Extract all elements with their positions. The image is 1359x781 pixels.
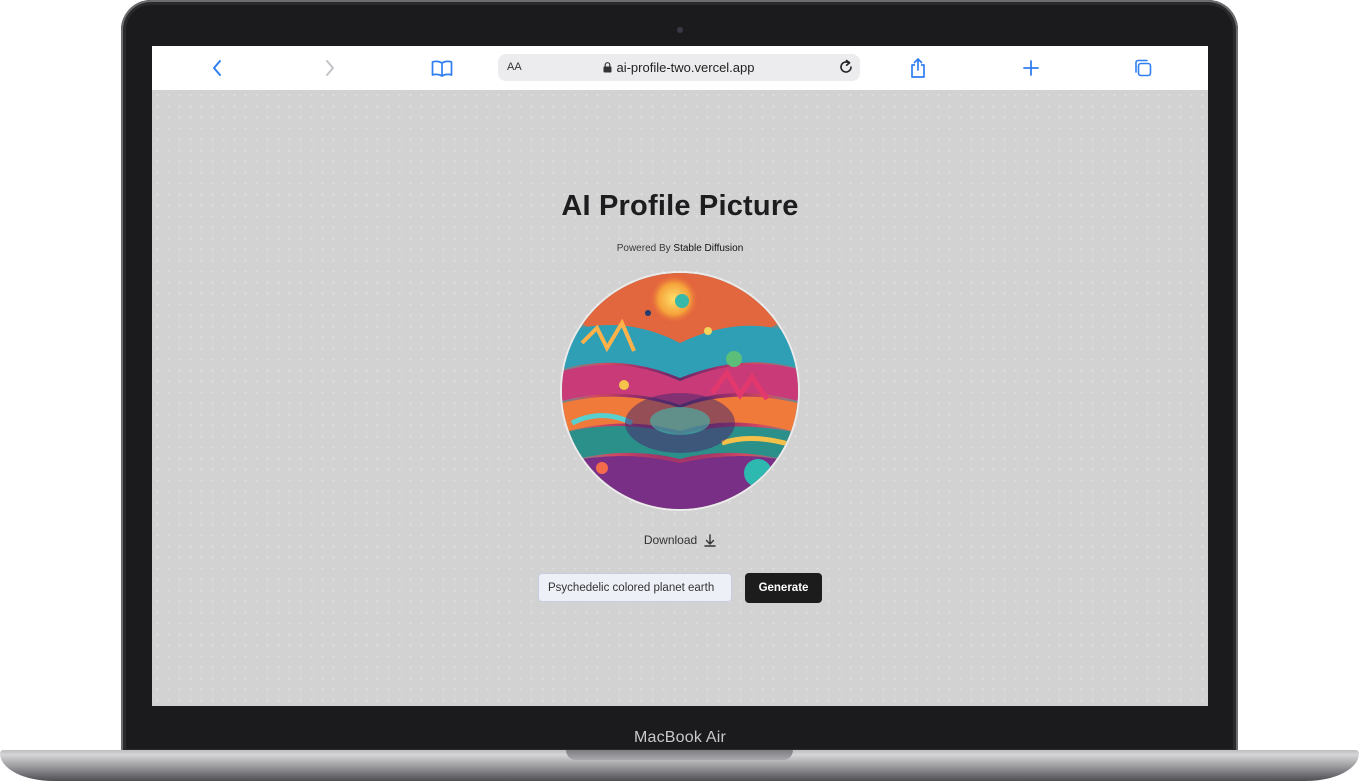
browser-toolbar: AA ai-profile-two.vercel.app xyxy=(152,46,1208,91)
chevron-left-icon[interactable] xyxy=(206,57,228,79)
page-subtitle: Powered By Stable Diffusion xyxy=(152,243,1208,254)
lock-icon xyxy=(603,61,612,76)
share-icon[interactable] xyxy=(907,57,929,79)
laptop-notch xyxy=(566,750,793,760)
download-icon xyxy=(704,534,716,547)
plus-icon[interactable] xyxy=(1020,57,1042,79)
tabs-icon[interactable] xyxy=(1132,57,1154,79)
chevron-right-icon[interactable] xyxy=(319,57,341,79)
camera-icon xyxy=(677,27,683,33)
generated-profile-image xyxy=(562,273,798,509)
download-label: Download xyxy=(643,533,698,547)
device-label: MacBook Air xyxy=(633,729,726,746)
book-icon[interactable] xyxy=(431,57,453,79)
web-page: AI Profile Picture Powered By Stable Dif… xyxy=(152,90,1208,706)
address-bar[interactable]: AA ai-profile-two.vercel.app xyxy=(498,54,860,81)
generate-button[interactable]: Generate xyxy=(745,573,822,603)
subtitle-brand: Stable Diffusion xyxy=(673,243,744,254)
url-text: ai-profile-two.vercel.app xyxy=(616,60,755,75)
page-title: AI Profile Picture xyxy=(561,190,799,222)
prompt-input[interactable] xyxy=(538,573,732,602)
subtitle-prefix: Powered By xyxy=(616,243,671,254)
reload-icon[interactable] xyxy=(837,58,855,81)
screen: AA ai-profile-two.vercel.app AI Profile … xyxy=(152,46,1208,706)
download-link[interactable]: Download xyxy=(152,533,1208,547)
